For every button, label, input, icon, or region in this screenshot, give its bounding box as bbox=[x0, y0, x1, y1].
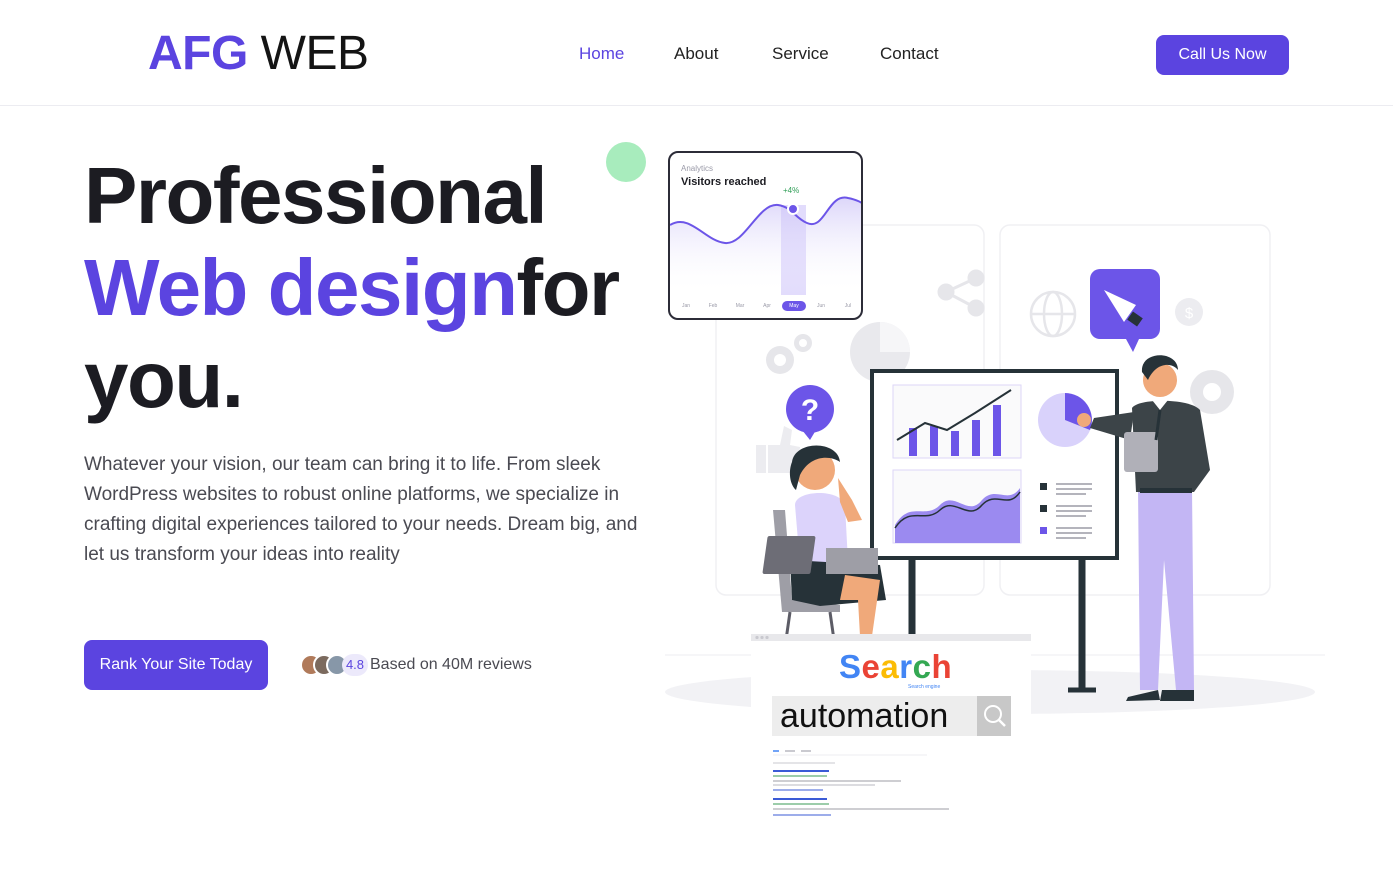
search-query-input[interactable] bbox=[772, 696, 978, 736]
logo-letter: r bbox=[899, 648, 913, 685]
site-header: AFG WEB Home About Service Contact Call … bbox=[0, 0, 1393, 106]
month-label: Jul bbox=[844, 303, 852, 309]
logo-letter: e bbox=[861, 648, 881, 685]
visitors-line-chart bbox=[670, 196, 861, 295]
month-label-selected: May bbox=[782, 301, 806, 311]
nav-contact[interactable]: Contact bbox=[880, 44, 939, 64]
month-label: Apr bbox=[763, 303, 771, 309]
hero-title: Professional Web designfor you. bbox=[84, 150, 664, 426]
reviews-text: Based on 40M reviews bbox=[370, 656, 532, 673]
hero-description: Whatever your vision, our team can bring… bbox=[84, 454, 638, 565]
search-icon bbox=[984, 705, 1006, 727]
analytics-badge: +4% bbox=[783, 186, 800, 195]
search-submit-button[interactable] bbox=[977, 696, 1011, 736]
woman-figure bbox=[762, 445, 886, 641]
month-label: Jan bbox=[681, 303, 691, 309]
svg-text:?: ? bbox=[801, 394, 819, 427]
nav-home[interactable]: Home bbox=[579, 44, 624, 64]
search-engine-tagline: Search engine bbox=[908, 684, 941, 690]
logo-letter: a bbox=[880, 648, 900, 685]
search-results-list bbox=[773, 750, 949, 816]
question-icon: ? bbox=[786, 385, 834, 440]
visitors-area bbox=[670, 197, 861, 295]
rating-badge: 4.8 bbox=[342, 654, 368, 676]
svg-text:$: $ bbox=[1185, 305, 1194, 322]
globe-icon bbox=[1029, 290, 1077, 338]
month-label: Jun bbox=[816, 303, 826, 309]
search-engine-panel: Search Search engine bbox=[751, 634, 1031, 824]
hero-title-accent: Web design bbox=[84, 243, 518, 332]
share-icon bbox=[937, 269, 985, 317]
hero-title-line1: Professional bbox=[84, 151, 548, 240]
search-engine-logo: Search bbox=[839, 648, 952, 686]
logo-letter: S bbox=[839, 648, 862, 685]
hero-title-line3: you. bbox=[84, 335, 244, 424]
megaphone-icon bbox=[1090, 269, 1160, 352]
nav-about[interactable]: About bbox=[674, 44, 718, 64]
month-label: Mar bbox=[735, 303, 745, 309]
decor-bubble bbox=[606, 142, 646, 182]
month-axis: Jan Feb Mar Apr May Jun Jul bbox=[674, 301, 859, 313]
highlight-point bbox=[787, 203, 799, 215]
logo-letter: c bbox=[912, 648, 932, 685]
dollar-icon: $ bbox=[1175, 298, 1203, 326]
call-us-button[interactable]: Call Us Now bbox=[1156, 35, 1289, 75]
logo-letter: h bbox=[931, 648, 953, 685]
browser-toolbar bbox=[751, 634, 1031, 641]
analytics-card: Analytics Visitors reached +4% Jan Feb M… bbox=[668, 151, 863, 320]
nav-service[interactable]: Service bbox=[772, 44, 829, 64]
month-label: Feb bbox=[708, 303, 718, 309]
rank-site-button[interactable]: Rank Your Site Today bbox=[84, 640, 268, 690]
